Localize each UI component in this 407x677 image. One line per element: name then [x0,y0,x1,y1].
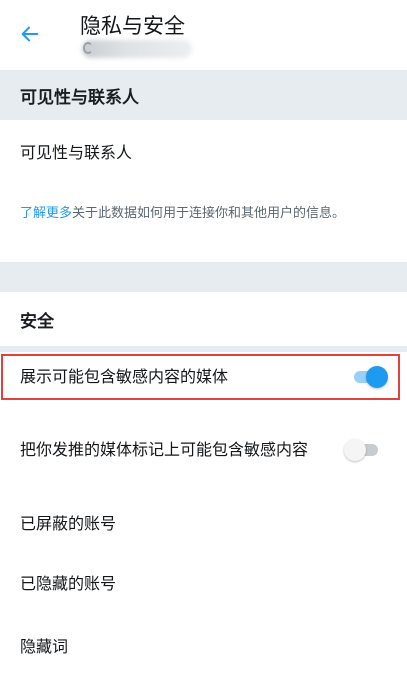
mark-media-sensitive-label: 把你发推的媒体标记上可能包含敏感内容 [20,440,309,459]
toggle-knob [344,439,366,461]
visibility-info-text: 了解更多关于此数据如何用于连接你和其他用户的信息。 [20,204,390,223]
mark-media-sensitive-toggle[interactable] [344,439,380,461]
info-description: 关于此数据如何用于连接你和其他用户的信息。 [72,206,346,221]
account-handle-blurred [82,40,192,58]
learn-more-link[interactable]: 了解更多 [20,206,72,221]
show-sensitive-media-toggle[interactable] [352,366,388,388]
show-sensitive-media-item[interactable]: 展示可能包含敏感内容的媒体 [0,352,407,402]
muted-accounts-item[interactable]: 已隐藏的账号 [0,556,407,612]
privacy-security-screen: 隐私与安全 可见性与联系人 可见性与联系人 了解更多关于此数据如何用于连接你和其… [0,0,407,677]
show-sensitive-media-label: 展示可能包含敏感内容的媒体 [20,367,229,386]
visibility-contacts-item[interactable]: 可见性与联系人 [0,120,407,186]
handle-glyph [83,42,93,54]
page-title: 隐私与安全 [80,14,185,38]
section-header-visibility: 可见性与联系人 [0,70,407,120]
muted-words-item[interactable]: 隐藏词 [0,620,407,674]
back-button[interactable] [14,18,46,50]
muted-accounts-label: 已隐藏的账号 [20,574,117,593]
blocked-accounts-label: 已屏蔽的账号 [20,514,117,533]
toggle-knob [366,366,388,388]
section-divider [0,262,407,292]
top-app-bar: 隐私与安全 [0,0,407,70]
muted-words-label: 隐藏词 [20,637,69,656]
blocked-accounts-item[interactable]: 已屏蔽的账号 [0,498,407,550]
arrow-left-icon [21,26,39,42]
section-header-security: 安全 [0,292,407,346]
visibility-contacts-label: 可见性与联系人 [20,143,133,162]
